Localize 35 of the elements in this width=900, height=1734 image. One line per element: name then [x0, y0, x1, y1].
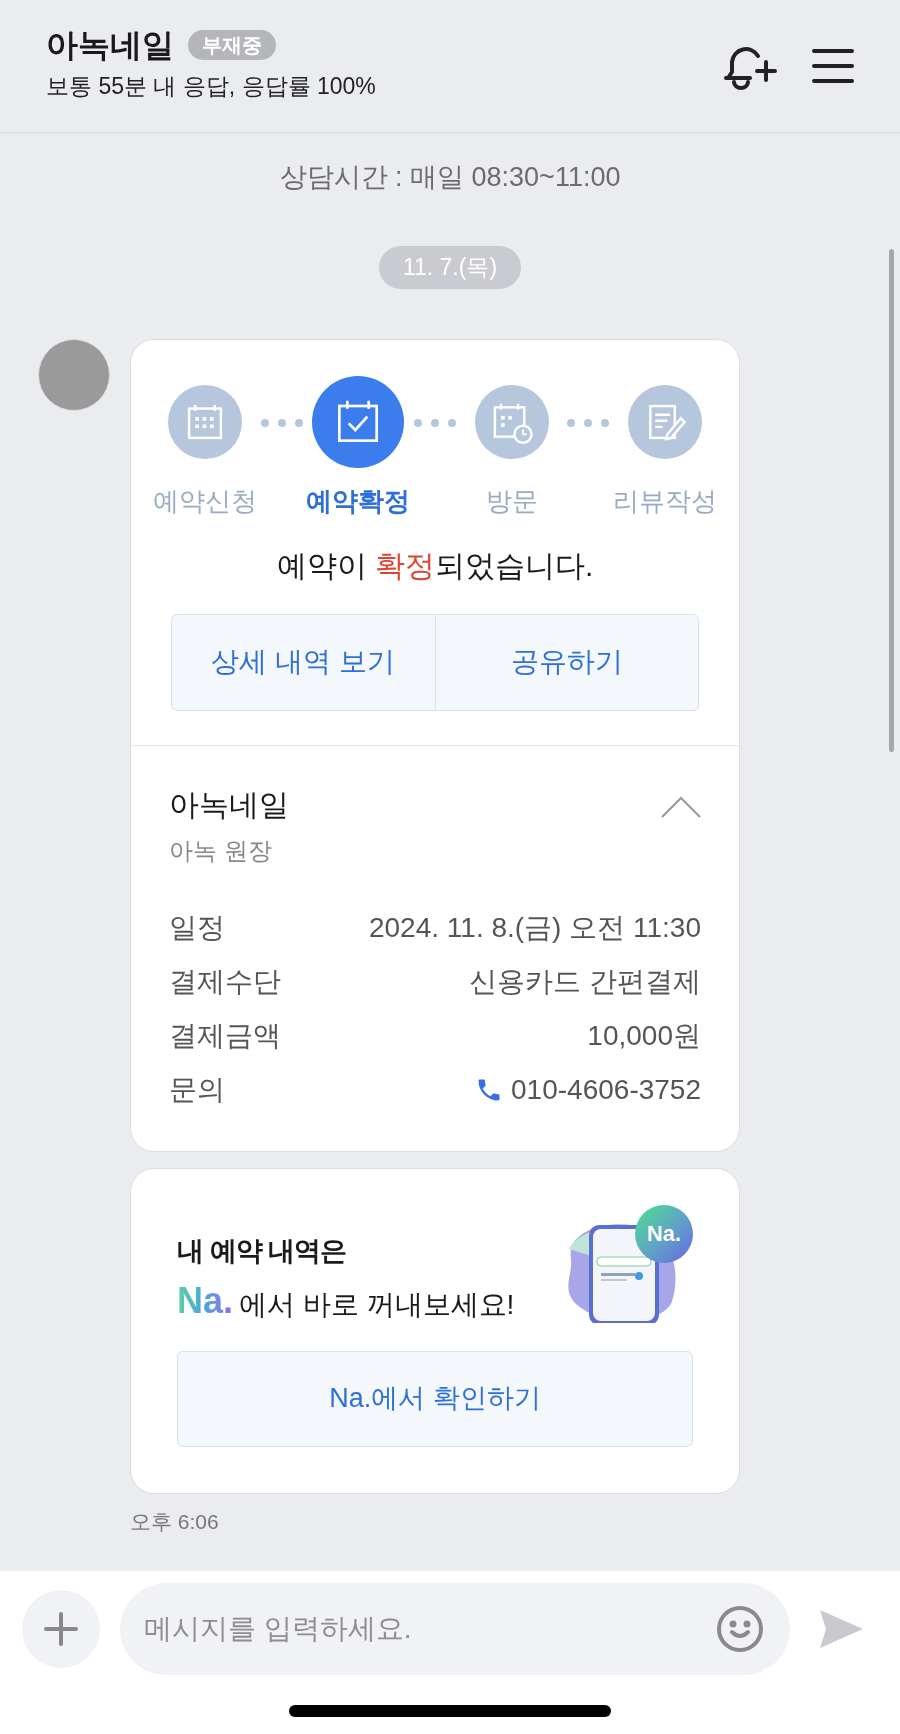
detail-value: 10,000원 — [587, 1018, 701, 1053]
notice-text: 상담시간 : 매일 08:30~11:00 — [279, 161, 621, 194]
chat-title: 아녹네일 — [46, 28, 174, 61]
step-label: 리뷰작성 — [612, 484, 717, 518]
emoji-icon[interactable] — [716, 1605, 764, 1653]
menu-icon[interactable] — [812, 48, 854, 84]
step-connector-icon — [412, 417, 457, 428]
step-connector-icon — [566, 417, 611, 428]
detail-label: 문의 — [169, 1072, 225, 1107]
send-icon[interactable] — [818, 1608, 864, 1650]
message-time: 오후 6:06 — [130, 1508, 220, 1535]
detail-label: 일정 — [169, 910, 225, 945]
step-label: 방문 — [485, 484, 538, 518]
step-label: 예약신청 — [153, 484, 257, 518]
detail-value: 신용카드 간편결제 — [469, 964, 701, 999]
confirmation-message: 예약이 확정되었습니다. — [275, 547, 595, 584]
open-na-button[interactable]: Na.에서 확인하기 — [177, 1350, 693, 1447]
step-connector-icon — [259, 417, 304, 428]
chevron-up-icon[interactable] — [661, 795, 701, 818]
status-badge: 부재중 — [188, 29, 276, 60]
shop-name: 아녹네일 — [169, 786, 289, 823]
detail-value: 2024. 11. 8.(금) 오전 11:30 — [368, 910, 701, 945]
phone-link[interactable]: 010-4606-3752 — [511, 1068, 701, 1111]
na-badge: Na. — [635, 1204, 693, 1263]
share-button[interactable]: 공유하기 — [435, 613, 699, 711]
step-label: 예약확정 — [306, 484, 411, 518]
promo-text: 에서 바로 꺼내보세요! — [239, 1291, 515, 1319]
staff-name: 아녹 원장 — [169, 835, 273, 866]
detail-label: 결제금액 — [169, 1018, 281, 1053]
detail-label: 결제수단 — [169, 964, 281, 999]
promo-title: 내 예약 내역은 — [177, 1234, 347, 1268]
message-input[interactable]: 메시지를 입력하세요. — [120, 1583, 790, 1675]
details-button[interactable]: 상세 내역 보기 — [171, 613, 436, 711]
response-info: 보통 55분 내 응답, 응답률 100% — [46, 71, 377, 101]
plus-icon — [44, 1612, 78, 1646]
